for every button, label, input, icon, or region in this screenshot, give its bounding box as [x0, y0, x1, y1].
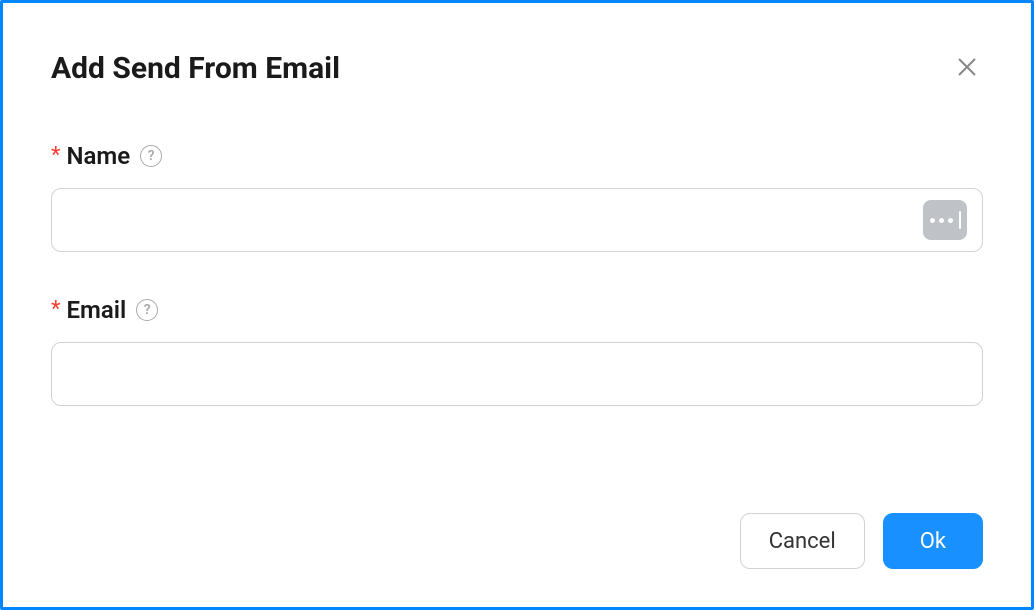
required-star-icon: * — [51, 299, 60, 321]
close-button[interactable] — [951, 51, 983, 83]
ok-button[interactable]: Ok — [883, 513, 983, 569]
password-manager-icon[interactable] — [923, 200, 967, 240]
name-label: Name — [66, 142, 130, 170]
email-label: Email — [66, 296, 126, 324]
name-input[interactable] — [51, 188, 983, 252]
name-field-group: * Name ? — [51, 142, 983, 252]
modal-footer: Cancel Ok — [740, 513, 983, 569]
email-field-group: * Email ? — [51, 296, 983, 406]
modal-header: Add Send From Email — [51, 51, 983, 86]
name-input-wrapper — [51, 188, 983, 252]
close-icon — [955, 55, 979, 79]
email-input[interactable] — [51, 342, 983, 406]
email-label-row: * Email ? — [51, 296, 983, 324]
help-icon[interactable]: ? — [140, 145, 162, 167]
modal-title: Add Send From Email — [51, 51, 340, 86]
add-send-from-email-modal: Add Send From Email * Name ? * E — [0, 0, 1034, 610]
cancel-button[interactable]: Cancel — [740, 513, 865, 569]
name-label-row: * Name ? — [51, 142, 983, 170]
help-icon[interactable]: ? — [136, 299, 158, 321]
required-star-icon: * — [51, 145, 60, 167]
